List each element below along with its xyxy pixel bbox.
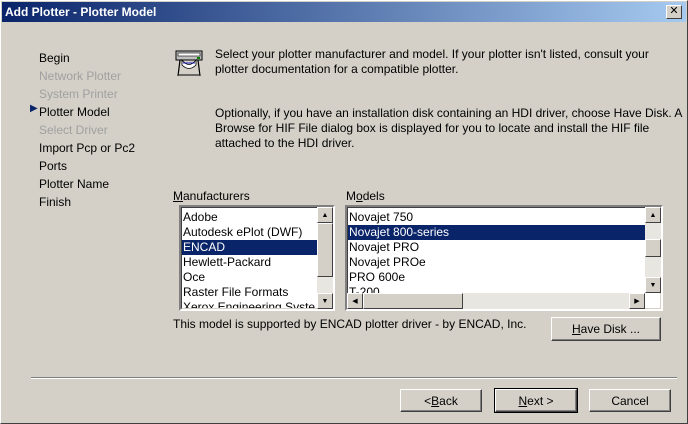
close-button[interactable]: ✕: [666, 5, 682, 19]
scroll-up-icon[interactable]: ▲: [645, 207, 661, 223]
manufacturers-listbox[interactable]: Adobe Autodesk ePlot (DWF) ENCAD Hewlett…: [179, 205, 335, 311]
scroll-thumb[interactable]: [363, 293, 463, 309]
models-vertical-scrollbar[interactable]: ▲ ▼: [645, 207, 661, 293]
step-finish: Finish: [39, 195, 72, 209]
manufacturer-item[interactable]: Xerox Engineering Syste: [181, 300, 317, 309]
models-list: Novajet 750 Novajet 800-series Novajet P…: [347, 207, 661, 300]
intro-text: Select your plotter manufacturer and mod…: [215, 47, 649, 76]
scroll-down-icon[interactable]: ▼: [645, 277, 661, 293]
models-label: Models: [346, 189, 385, 203]
step-plotter-model: Plotter Model: [39, 105, 110, 119]
wizard-steps: Begin Network Plotter System Printer Plo…: [39, 49, 169, 211]
current-step-arrow-icon: ▶: [30, 103, 38, 114]
manufacturer-item[interactable]: Adobe: [181, 210, 317, 225]
model-item[interactable]: Novajet PRO: [347, 240, 645, 255]
close-icon: ✕: [669, 5, 679, 17]
models-horizontal-scrollbar[interactable]: ◀ ▶: [347, 293, 645, 309]
next-button[interactable]: Next >: [494, 388, 578, 413]
title-bar: Add Plotter - Plotter Model ✕: [2, 2, 686, 22]
window-title: Add Plotter - Plotter Model: [5, 5, 157, 19]
manufacturer-item-selected[interactable]: ENCAD: [181, 240, 317, 255]
step-select-driver: Select Driver: [39, 123, 108, 137]
step-begin: Begin: [39, 51, 70, 65]
add-plotter-dialog: Add Plotter - Plotter Model ✕ ▶ Begin Ne…: [0, 0, 688, 424]
model-item-selected[interactable]: Novajet 800-series: [347, 225, 645, 240]
step-system-printer: System Printer: [39, 87, 118, 101]
back-button[interactable]: < Back: [400, 389, 482, 412]
separator: [31, 377, 677, 379]
have-disk-button[interactable]: Have Disk ...: [551, 317, 661, 341]
scroll-thumb[interactable]: [317, 223, 333, 277]
step-ports: Ports: [39, 159, 68, 173]
manufacturers-label: Manufacturers: [173, 189, 250, 203]
step-import-pcp: Import Pcp or Pc2: [39, 141, 136, 155]
manufacturer-item[interactable]: Raster File Formats: [181, 285, 317, 300]
step-plotter-name: Plotter Name: [39, 177, 110, 191]
optional-text: Optionally, if you have an installation …: [215, 106, 682, 150]
scroll-right-icon[interactable]: ▶: [629, 293, 645, 309]
manufacturers-list: Adobe Autodesk ePlot (DWF) ENCAD Hewlett…: [181, 207, 333, 309]
manufacturer-item[interactable]: Hewlett-Packard: [181, 255, 317, 270]
scroll-down-icon[interactable]: ▼: [317, 293, 333, 309]
manufacturers-scrollbar[interactable]: ▲ ▼: [317, 207, 333, 309]
cancel-button[interactable]: Cancel: [589, 389, 671, 412]
support-text: This model is supported by ENCAD plotter…: [173, 317, 527, 331]
model-item[interactable]: PRO 600e: [347, 270, 645, 285]
scroll-thumb[interactable]: [645, 239, 661, 257]
models-listbox[interactable]: Novajet 750 Novajet 800-series Novajet P…: [345, 205, 663, 311]
plotter-icon: [175, 50, 203, 77]
model-item[interactable]: Novajet PROe: [347, 255, 645, 270]
manufacturer-item[interactable]: Oce: [181, 270, 317, 285]
scroll-left-icon[interactable]: ◀: [347, 293, 363, 309]
manufacturer-item[interactable]: Autodesk ePlot (DWF): [181, 225, 317, 240]
model-item[interactable]: Novajet 750: [347, 210, 645, 225]
scroll-up-icon[interactable]: ▲: [317, 207, 333, 223]
step-network-plotter: Network Plotter: [39, 69, 122, 83]
